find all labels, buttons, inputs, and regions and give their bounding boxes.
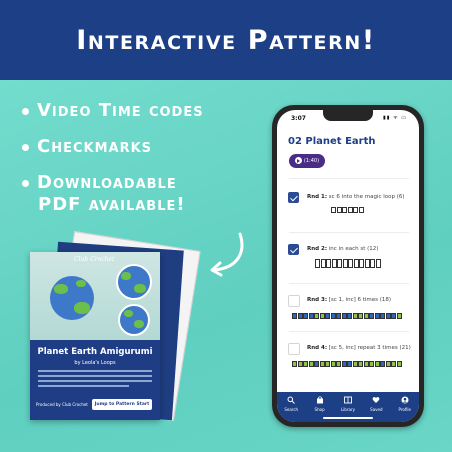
pamphlet-title: Planet Earth Amigurumi xyxy=(37,347,153,357)
phone-frame: 3:07 ▮▮ ᯤ ▭ 02 Planet Earth (1:40) Rnd 1… xyxy=(272,105,424,427)
tab-label: Shop xyxy=(314,407,325,412)
heart-icon xyxy=(372,396,380,404)
status-bar: 3:07 ▮▮ ᯤ ▭ xyxy=(277,110,419,126)
pamphlet-body-text xyxy=(38,370,152,390)
bullet-icon xyxy=(22,107,29,115)
feature-label: Video Time codes xyxy=(37,100,204,121)
page-title: 02 Planet Earth xyxy=(288,136,376,147)
round-checkbox[interactable] xyxy=(288,295,300,307)
banner: Interactive Pattern! xyxy=(0,0,452,80)
play-icon xyxy=(294,157,302,164)
video-timecode-label: (1:40) xyxy=(303,158,320,164)
tab-label: Saved xyxy=(370,407,383,412)
profile-icon xyxy=(401,396,409,404)
feature-item: Downloadable PDF available! xyxy=(22,172,262,216)
home-indicator xyxy=(323,417,373,419)
bullet-icon xyxy=(22,143,29,151)
earth-amigurumi-image xyxy=(50,276,94,320)
stitch-chart xyxy=(292,313,402,319)
round-checkbox[interactable] xyxy=(288,192,299,203)
curved-arrow-icon xyxy=(210,232,244,277)
feature-label: Downloadable xyxy=(37,172,177,193)
tab-shop[interactable]: Shop xyxy=(307,396,333,412)
video-timecode-button[interactable]: (1:40) xyxy=(289,154,325,168)
feature-label: Checkmarks xyxy=(37,136,153,157)
divider xyxy=(289,331,409,332)
round-checkbox[interactable] xyxy=(288,343,300,355)
tab-saved[interactable]: Saved xyxy=(363,396,389,412)
tab-library[interactable]: Library xyxy=(335,396,361,412)
feature-label-continued: PDF available! xyxy=(38,194,186,215)
banner-title: Interactive Pattern! xyxy=(76,24,376,56)
tab-label: Search xyxy=(284,407,299,412)
pamphlet-author: by Leola's Loops xyxy=(74,360,116,366)
phone-screen: 3:07 ▮▮ ᯤ ▭ 02 Planet Earth (1:40) Rnd 1… xyxy=(277,110,419,422)
round-instruction: Rnd 2: inc in each st (12) xyxy=(307,246,379,252)
round-instruction: Rnd 4: [sc 5, inc] repeat 3 times (21) xyxy=(307,345,411,351)
bullet-icon xyxy=(22,179,29,187)
tab-search[interactable]: Search xyxy=(278,396,304,412)
feature-item: Checkmarks xyxy=(22,136,262,158)
divider xyxy=(289,232,409,233)
stitch-chart xyxy=(315,259,381,268)
status-icons: ▮▮ ᯤ ▭ xyxy=(383,115,407,121)
round-instruction: Rnd 3: [sc 1, inc] 6 times (18) xyxy=(307,297,392,303)
feature-item: Video Time codes xyxy=(22,100,262,122)
bottom-tab-bar: Search Shop Library Saved Profile xyxy=(277,392,419,422)
search-icon xyxy=(287,396,296,404)
feature-list: Video Time codes Checkmarks Downloadable… xyxy=(22,100,262,230)
library-icon xyxy=(344,396,352,404)
round-checkbox[interactable] xyxy=(288,244,299,255)
brand-logo: Club Crochet xyxy=(74,256,115,263)
divider xyxy=(289,178,409,179)
pamphlet-footer: Produced by Club Crochet xyxy=(36,402,88,407)
tab-label: Library xyxy=(340,407,355,412)
tab-profile[interactable]: Profile xyxy=(392,396,418,412)
earth-amigurumi-image xyxy=(116,264,152,300)
divider xyxy=(289,283,409,284)
stitch-chart xyxy=(331,207,364,213)
pattern-pdf-cover: Club Crochet Planet Earth Amigurumi by L… xyxy=(30,252,160,420)
tab-label: Profile xyxy=(398,407,411,412)
phone-notch xyxy=(323,110,373,121)
bag-icon xyxy=(316,396,324,404)
jump-to-pattern-button[interactable]: Jump to Pattern Start xyxy=(92,399,152,410)
earth-amigurumi-image xyxy=(118,304,150,336)
round-instruction: Rnd 1: sc 6 into the magic loop (6) xyxy=(307,194,405,200)
status-time: 3:07 xyxy=(291,115,306,122)
stitch-chart xyxy=(292,361,402,367)
cover-photo: Club Crochet xyxy=(30,252,160,340)
